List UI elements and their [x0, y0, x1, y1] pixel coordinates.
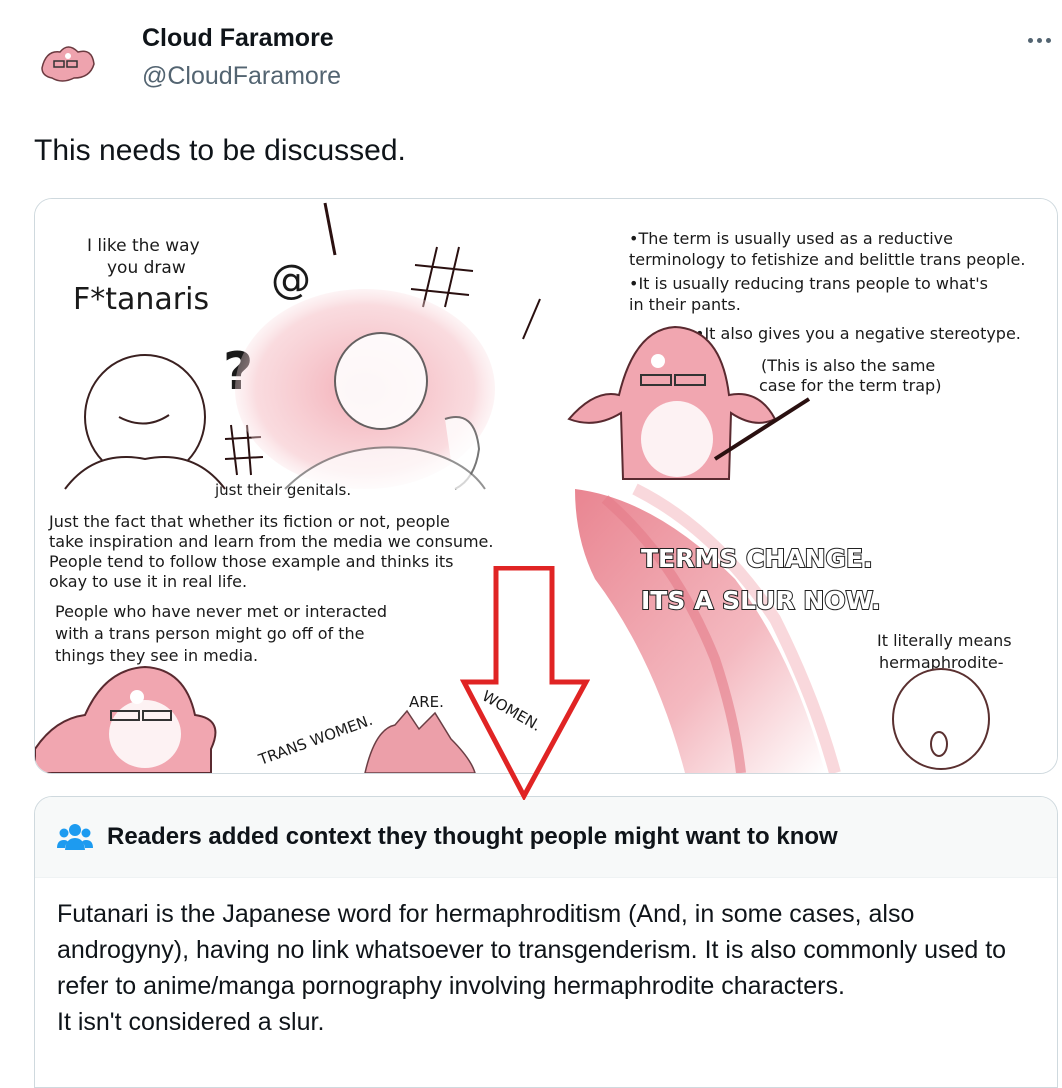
panel2-line6: (This is also the same — [761, 356, 935, 375]
panel4-shout1: TERMS CHANGE. — [641, 544, 873, 573]
note-title: Readers added context they thought peopl… — [107, 823, 838, 850]
note-header: Readers added context they thought peopl… — [35, 797, 1057, 878]
panel3-line4: okay to use it in real life. — [49, 572, 247, 591]
panel1-line3: F*tanaris — [73, 282, 209, 317]
panel4-line1: It literally means — [877, 631, 1012, 650]
panel3-cut-line: just their genitals. — [214, 481, 351, 499]
panel2-line1: •The term is usually used as a reductive — [629, 229, 953, 248]
panel2-line2: terminology to fetishize and belittle tr… — [629, 250, 1025, 269]
note-body-line1: Futanari is the Japanese word for hermap… — [57, 900, 1007, 1000]
panel3-w2: ARE. — [409, 693, 444, 711]
panel2-line5: •It also gives you a negative stereotype… — [695, 324, 1021, 343]
panel1-line1: I like the way — [87, 236, 200, 256]
panel3-line7: things they see in media. — [55, 646, 258, 665]
panel3-line1: Just the fact that whether its fiction o… — [48, 512, 450, 531]
author-name[interactable]: Cloud Faramore — [142, 24, 334, 53]
author-handle[interactable]: @CloudFaramore — [142, 62, 341, 91]
community-note: Readers added context they thought peopl… — [34, 796, 1058, 1088]
avatar[interactable] — [34, 28, 102, 96]
panel4-shout2: ITS A SLUR NOW. — [641, 586, 881, 615]
avatar-image — [34, 28, 102, 96]
note-body: Futanari is the Japanese word for hermap… — [35, 878, 1057, 1040]
tweet-text: This needs to be discussed. — [34, 134, 406, 167]
people-icon — [57, 824, 93, 850]
panel3-line3: People tend to follow those example and … — [49, 552, 454, 571]
panel3-line6: with a trans person might go off of the — [55, 624, 364, 643]
panel2-line7: case for the term trap) — [759, 376, 941, 395]
panel2-line4: in their pants. — [629, 295, 741, 314]
panel3-line2: take inspiration and learn from the medi… — [49, 532, 493, 551]
panel2-line3: •It is usually reducing trans people to … — [629, 274, 988, 293]
panel3-line5: People who have never met or interacted — [55, 602, 387, 621]
panel1-line2: you draw — [107, 258, 186, 278]
note-body-line2: It isn't considered a slur. — [57, 1008, 325, 1036]
more-options-icon[interactable] — [1022, 26, 1056, 54]
tweet-media-image[interactable]: I like the way you draw F*tanaris ? @ •T… — [34, 198, 1058, 774]
svg-text:@: @ — [271, 257, 311, 303]
